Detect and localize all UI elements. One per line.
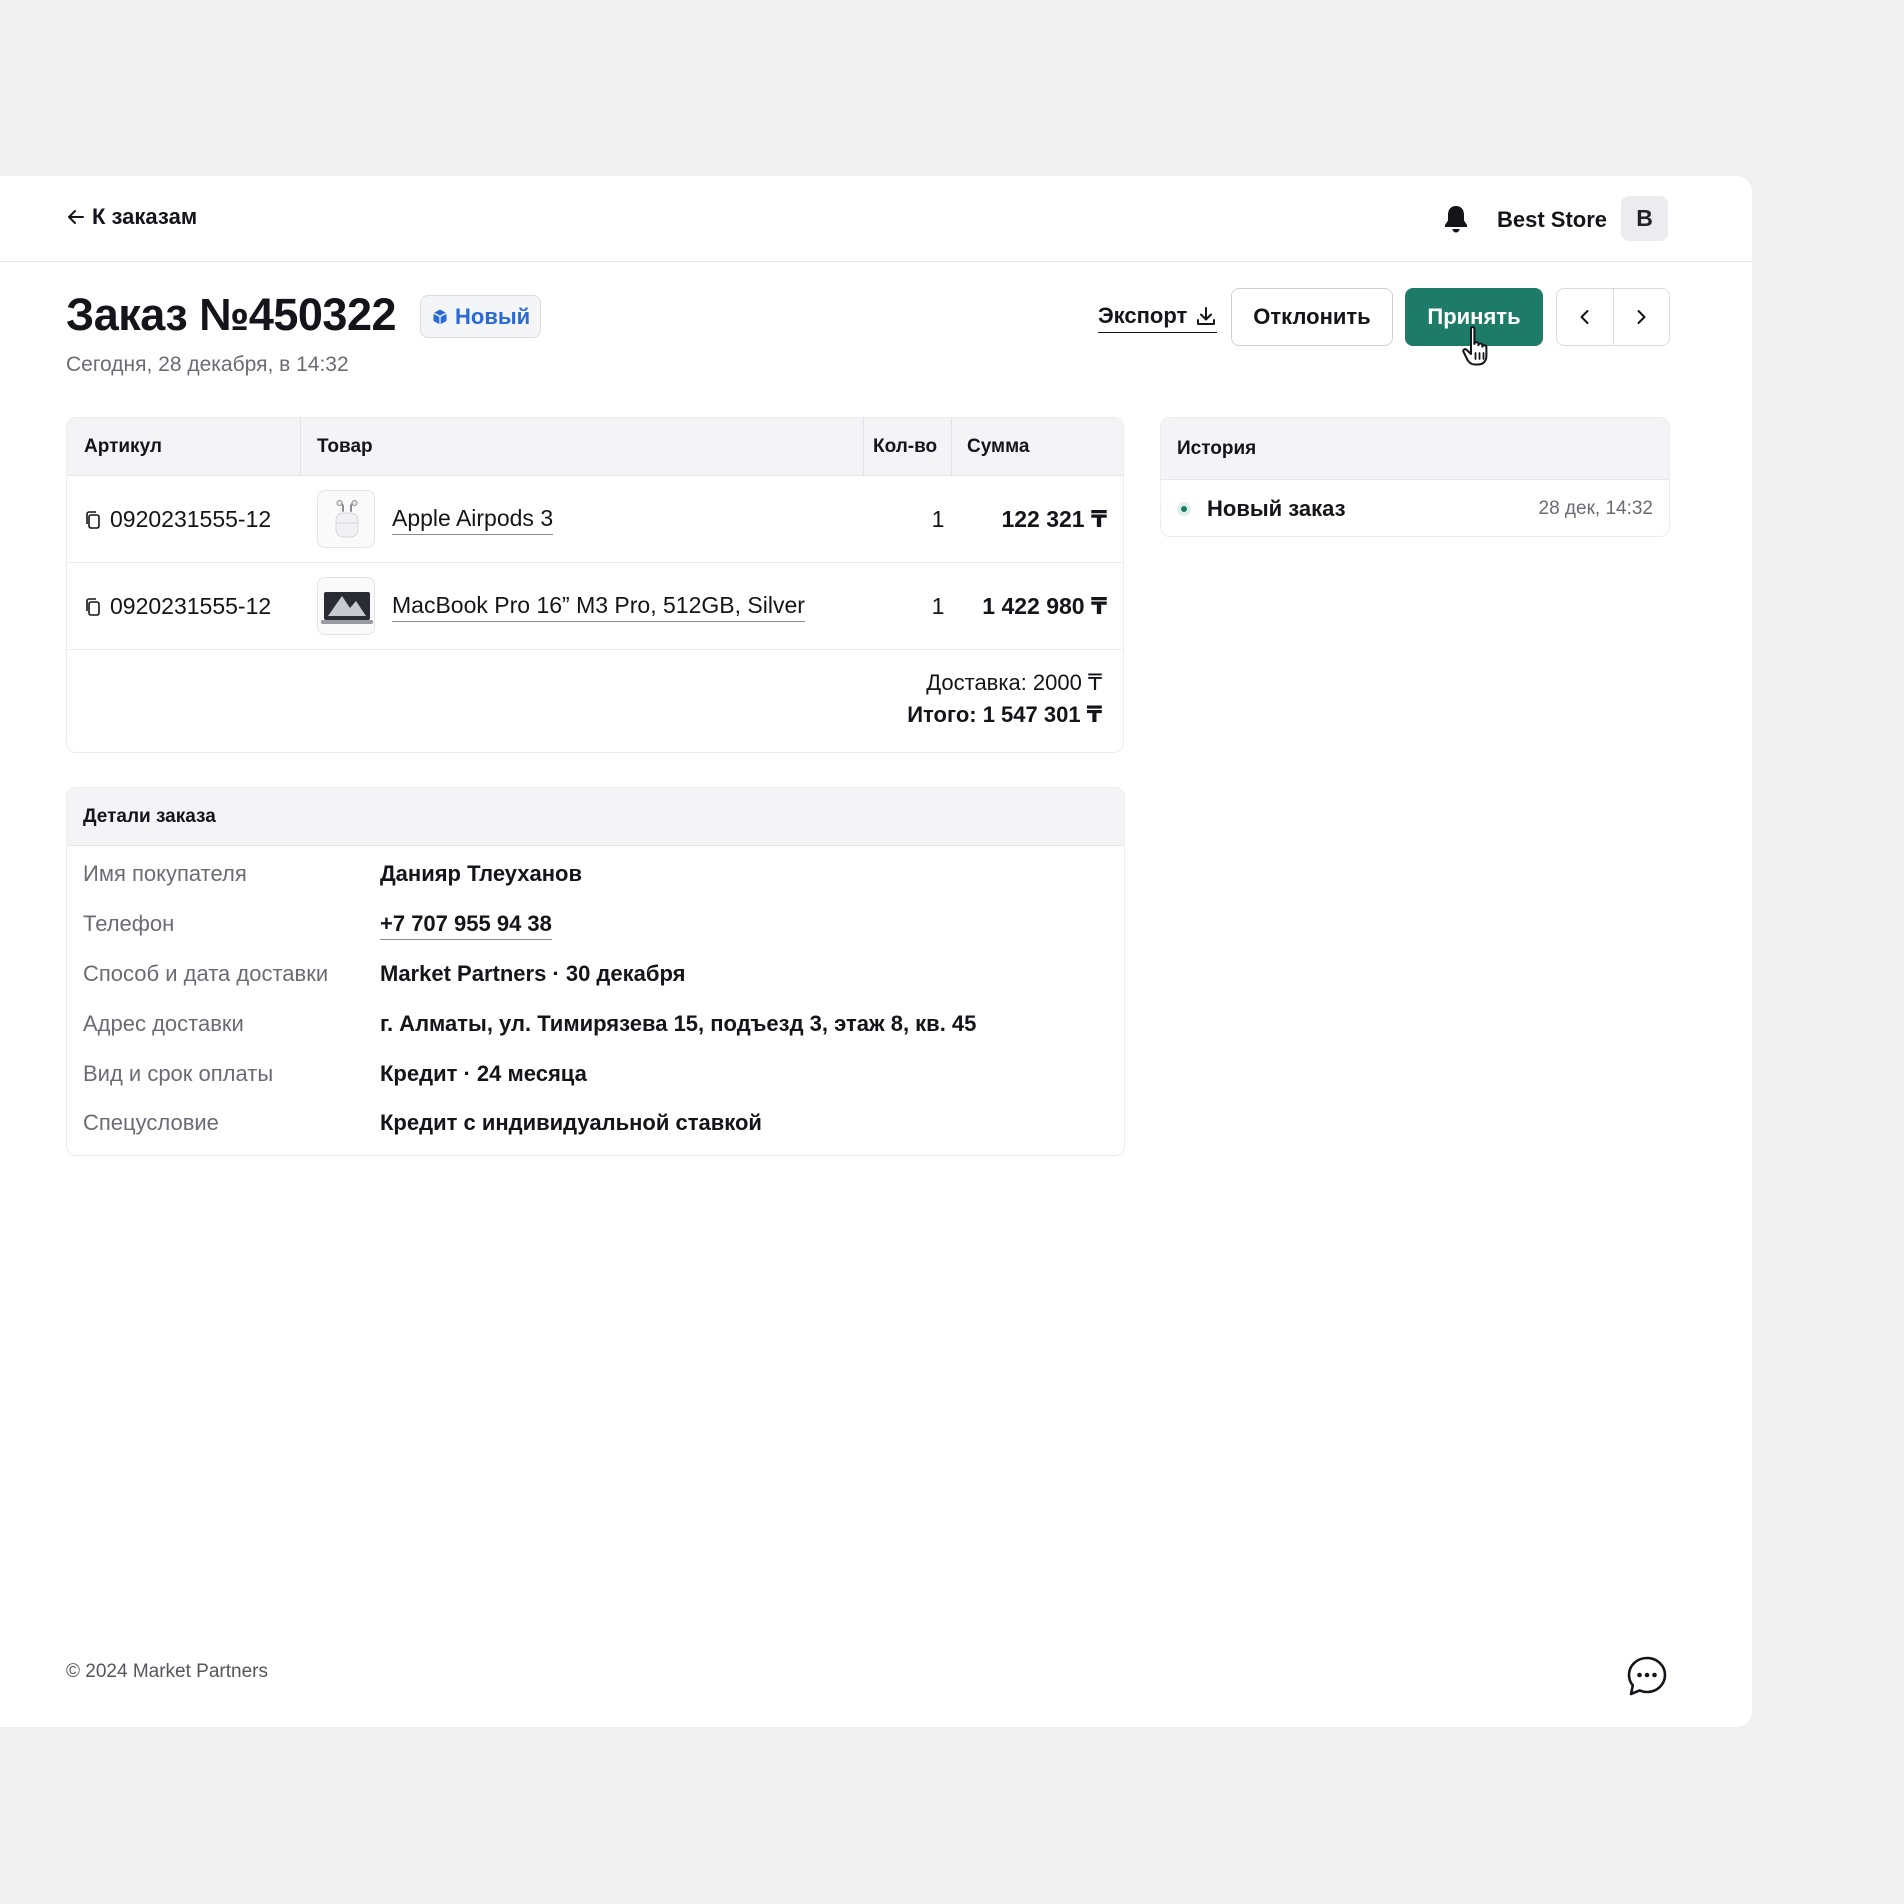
copyright: © 2024 Market Partners	[66, 1661, 268, 1682]
detail-value: Кредит · 24 месяца	[380, 1061, 587, 1086]
bell-icon[interactable]	[1441, 203, 1471, 235]
detail-label: Вид и срок оплаты	[83, 1061, 274, 1086]
sum-cell: 1 422 980 ₸	[982, 593, 1107, 619]
export-button[interactable]: Экспорт	[1098, 303, 1218, 333]
sku-value: 0920231555-12	[110, 593, 272, 619]
back-to-orders-link[interactable]: К заказам	[66, 204, 197, 230]
detail-label: Способ и дата доставки	[83, 961, 329, 986]
order-date: Сегодня, 28 декабря, в 14:32	[66, 353, 349, 376]
quantity-cell: 1	[931, 506, 945, 532]
delivery-cost: Доставка: 2000 ₸	[926, 670, 1102, 695]
chevron-right-icon	[1637, 310, 1646, 324]
table-row: 0920231555-12 Apple Airpods 3 1 122 321 …	[67, 476, 1123, 563]
history-title: История	[1161, 418, 1669, 480]
export-label: Экспорт	[1098, 303, 1188, 328]
avatar[interactable]: B	[1621, 196, 1668, 241]
detail-label: Адрес доставки	[83, 1011, 244, 1036]
product-thumbnail-airpods[interactable]	[317, 490, 375, 548]
sku-cell[interactable]: 0920231555-12	[83, 476, 271, 563]
order-pager	[1556, 288, 1670, 346]
column-header-sku: Артикул	[84, 436, 162, 457]
status-badge: Новый	[420, 295, 542, 338]
next-order-button[interactable]	[1612, 289, 1670, 345]
order-totals: Доставка: 2000 ₸ Итого: 1 547 301 ₸	[907, 667, 1102, 731]
decline-button[interactable]: Отклонить	[1231, 288, 1393, 346]
chevron-left-icon	[1580, 310, 1589, 324]
quantity-cell: 1	[931, 593, 945, 619]
detail-value: Данияр Тлеуханов	[380, 861, 583, 886]
detail-value: г. Алматы, ул. Тимирязева 15, подъезд 3,…	[380, 1011, 977, 1036]
box-icon	[433, 309, 447, 324]
details-title: Детали заказа	[67, 788, 1124, 846]
store-name[interactable]: Best Store	[1497, 207, 1607, 233]
copy-icon[interactable]	[83, 510, 103, 530]
sku-value: 0920231555-12	[110, 506, 272, 532]
top-bar: К заказам Best Store B	[0, 176, 1752, 262]
column-divider	[951, 418, 952, 476]
product-thumbnail-macbook[interactable]	[317, 577, 375, 635]
detail-value: Кредит с индивидуальной ставкой	[380, 1110, 762, 1135]
detail-label: Имя покупателя	[83, 861, 247, 886]
history-event: Новый заказ	[1207, 496, 1346, 521]
product-link[interactable]: MacBook Pro 16” M3 Pro, 512GB, Silver	[392, 563, 805, 650]
status-dot-icon	[1177, 502, 1191, 516]
copy-icon[interactable]	[83, 597, 103, 617]
previous-order-button[interactable]	[1557, 289, 1613, 345]
column-divider	[863, 418, 864, 476]
app-window: К заказам Best Store B Заказ №450322 Нов…	[0, 176, 1752, 1727]
phone-link[interactable]: +7 707 955 94 38	[380, 911, 552, 940]
product-name[interactable]: Apple Airpods 3	[392, 505, 554, 535]
order-items-table: Артикул Товар Кол-во Сумма 0920231555-12	[66, 417, 1124, 753]
table-row: 0920231555-12 MacBook Pro 16” M3 Pro, 51…	[67, 563, 1123, 650]
page-title: Заказ №450322	[66, 289, 397, 340]
sum-cell: 122 321 ₸	[1001, 506, 1107, 532]
detail-label: Телефон	[83, 911, 175, 936]
history-panel: История Новый заказ 28 дек, 14:32	[1160, 417, 1670, 537]
sku-cell[interactable]: 0920231555-12	[83, 563, 271, 650]
column-header-product: Товар	[317, 436, 373, 457]
column-divider	[300, 418, 301, 476]
grand-total: Итого: 1 547 301 ₸	[907, 702, 1102, 727]
history-date: 28 дек, 14:32	[1538, 498, 1653, 519]
table-header: Артикул Товар Кол-во Сумма	[67, 418, 1123, 476]
column-header-qty: Кол-во	[873, 436, 938, 457]
download-icon	[1197, 307, 1216, 325]
macbook-image	[321, 592, 373, 624]
arrow-left-icon	[68, 210, 84, 224]
chat-icon[interactable]	[1625, 1654, 1669, 1698]
status-badge-label: Новый	[455, 303, 531, 329]
history-item: Новый заказ 28 дек, 14:32	[1161, 480, 1669, 536]
product-link[interactable]: Apple Airpods 3	[392, 476, 554, 563]
airpods-image	[335, 500, 359, 538]
detail-value: Market Partners · 30 декабря	[380, 961, 686, 986]
order-details-panel: Детали заказа Имя покупателя Данияр Тлеу…	[66, 787, 1125, 1156]
column-header-sum: Сумма	[967, 436, 1030, 457]
product-name[interactable]: MacBook Pro 16” M3 Pro, 512GB, Silver	[392, 592, 805, 622]
detail-label: Спецусловие	[83, 1110, 219, 1135]
back-link-label: К заказам	[92, 204, 198, 229]
hand-cursor-icon	[1462, 326, 1488, 366]
